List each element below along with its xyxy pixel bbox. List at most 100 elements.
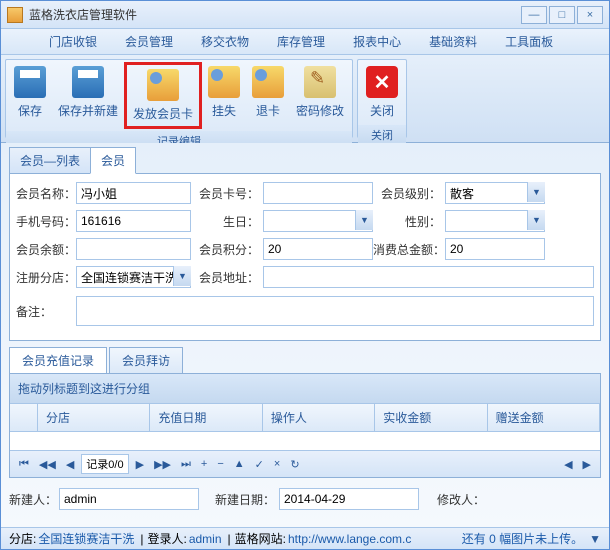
input-balance[interactable] <box>76 238 191 260</box>
card-icon <box>147 69 179 101</box>
label-birthday: 生日： <box>191 213 263 230</box>
label-name: 会员名称： <box>16 185 76 202</box>
audit-row: 新建人： 新建日期： 修改人： <box>9 484 601 514</box>
label-phone: 手机号码： <box>16 213 76 230</box>
input-name[interactable] <box>76 182 191 204</box>
col-amount[interactable]: 实收金额 <box>375 404 487 431</box>
status-login-label: 登录人: <box>147 530 186 547</box>
change-password-button[interactable]: 密码修改 <box>290 62 350 123</box>
label-cardno: 会员卡号： <box>191 185 263 202</box>
sub-tabs: 会员充值记录 会员拜访 <box>9 347 601 374</box>
input-address[interactable] <box>263 266 594 288</box>
nav-refresh[interactable]: ↻ <box>287 458 302 471</box>
status-site-label: 蓝格网站: <box>235 530 286 547</box>
minimize-button[interactable]: — <box>521 6 547 24</box>
input-creator[interactable] <box>59 488 199 510</box>
menu-transfer[interactable]: 移交衣物 <box>187 29 263 54</box>
maximize-button[interactable]: □ <box>549 6 575 24</box>
input-cardno[interactable] <box>263 182 373 204</box>
status-branch-label: 分店: <box>9 530 36 547</box>
status-site[interactable]: http://www.lange.com.c <box>288 532 411 546</box>
recharge-grid: 拖动列标题到这进行分组 分店 充值日期 操作人 实收金额 赠送金额 ⏮ ◀◀ ◀… <box>9 373 601 478</box>
input-remark[interactable] <box>76 296 594 326</box>
menu-inventory[interactable]: 库存管理 <box>263 29 339 54</box>
tab-member-list[interactable]: 会员—列表 <box>9 147 91 174</box>
nav-prev[interactable]: ◀ <box>63 458 77 471</box>
close-button[interactable]: × <box>577 6 603 24</box>
close-tab-button[interactable]: ✕ 关闭 <box>360 62 404 123</box>
main-tabs: 会员—列表 会员 <box>9 147 601 174</box>
window-title: 蓝格洗衣店管理软件 <box>29 6 521 23</box>
menu-report[interactable]: 报表中心 <box>339 29 415 54</box>
ribbon-group-close-label: 关闭 <box>358 125 406 145</box>
nav-check[interactable]: ✓ <box>252 458 267 471</box>
chevron-down-icon[interactable]: ▼ <box>527 182 545 202</box>
ribbon-group-edit: 保存 保存并新建 发放会员卡 挂失 退卡 <box>5 59 353 138</box>
menu-pos[interactable]: 门店收银 <box>35 29 111 54</box>
label-address: 会员地址： <box>191 269 263 286</box>
issue-card-button[interactable]: 发放会员卡 <box>124 62 202 129</box>
tab-visit[interactable]: 会员拜访 <box>109 347 183 374</box>
label-branch: 注册分店： <box>16 269 76 286</box>
menu-base[interactable]: 基础资料 <box>415 29 491 54</box>
chevron-down-icon[interactable]: ▼ <box>527 210 545 230</box>
nav-next[interactable]: ▶ <box>133 458 147 471</box>
input-phone[interactable] <box>76 210 191 232</box>
chevron-down-icon[interactable]: ▼ <box>355 210 373 230</box>
tab-member-detail[interactable]: 会员 <box>90 147 136 174</box>
save-new-icon <box>72 66 104 98</box>
col-operator[interactable]: 操作人 <box>263 404 375 431</box>
status-upload[interactable]: 还有 0 幅图片未上传。 <box>462 530 583 547</box>
nav-text: 记录0/0 <box>81 454 128 474</box>
input-points[interactable] <box>263 238 373 260</box>
save-button[interactable]: 保存 <box>8 62 52 123</box>
grid-groupbar[interactable]: 拖动列标题到这进行分组 <box>10 374 600 404</box>
menu-member[interactable]: 会员管理 <box>111 29 187 54</box>
grid-nav: ⏮ ◀◀ ◀ 记录0/0 ▶ ▶▶ ⏭ + − ▲ ✓ × ↻ ◀ ▶ <box>10 450 600 477</box>
nav-left[interactable]: ◀ <box>561 458 575 471</box>
ribbon-group-close: ✕ 关闭 关闭 <box>357 59 407 138</box>
close-icon: ✕ <box>366 66 398 98</box>
col-bonus[interactable]: 赠送金额 <box>488 404 600 431</box>
nav-right[interactable]: ▶ <box>580 458 594 471</box>
nav-last[interactable]: ⏭ <box>178 458 194 471</box>
grid-body <box>10 432 600 450</box>
nav-up[interactable]: ▲ <box>231 458 248 470</box>
label-cdate: 新建日期： <box>199 491 279 508</box>
status-branch[interactable]: 全国连锁赛洁干洗 <box>38 530 134 547</box>
statusbar: 分店: 全国连锁赛洁干洗 | 登录人: admin | 蓝格网站: http:/… <box>1 527 609 549</box>
edit-icon <box>304 66 336 98</box>
label-level: 会员级别： <box>373 185 445 202</box>
nav-next-page[interactable]: ▶▶ <box>151 458 174 471</box>
label-gender: 性别： <box>373 213 445 230</box>
status-login[interactable]: admin <box>189 532 222 546</box>
nav-remove[interactable]: − <box>214 458 226 470</box>
menu-tools[interactable]: 工具面板 <box>491 29 567 54</box>
nav-cancel[interactable]: × <box>271 458 283 470</box>
tab-recharge[interactable]: 会员充值记录 <box>9 347 107 374</box>
col-branch[interactable]: 分店 <box>38 404 150 431</box>
grid-header: 分店 充值日期 操作人 实收金额 赠送金额 <box>10 404 600 432</box>
save-icon <box>14 66 46 98</box>
titlebar: 蓝格洗衣店管理软件 — □ × <box>1 1 609 29</box>
save-new-button[interactable]: 保存并新建 <box>52 62 124 123</box>
label-total: 消费总金额： <box>373 241 445 258</box>
label-creator: 新建人： <box>9 491 59 508</box>
app-icon <box>7 7 23 23</box>
label-modifier: 修改人： <box>419 491 489 508</box>
nav-add[interactable]: + <box>198 458 210 470</box>
col-date[interactable]: 充值日期 <box>150 404 262 431</box>
label-remark: 备注： <box>16 303 76 320</box>
loss-icon <box>208 66 240 98</box>
input-cdate[interactable] <box>279 488 419 510</box>
chevron-down-icon[interactable]: ▼ <box>173 266 191 286</box>
nav-prev-page[interactable]: ◀◀ <box>36 458 59 471</box>
input-total[interactable] <box>445 238 545 260</box>
report-loss-button[interactable]: 挂失 <box>202 62 246 123</box>
nav-first[interactable]: ⏮ <box>16 458 32 471</box>
label-points: 会员积分： <box>191 241 263 258</box>
return-icon <box>252 66 284 98</box>
col-select[interactable] <box>10 404 38 431</box>
return-card-button[interactable]: 退卡 <box>246 62 290 123</box>
label-balance: 会员余额： <box>16 241 76 258</box>
